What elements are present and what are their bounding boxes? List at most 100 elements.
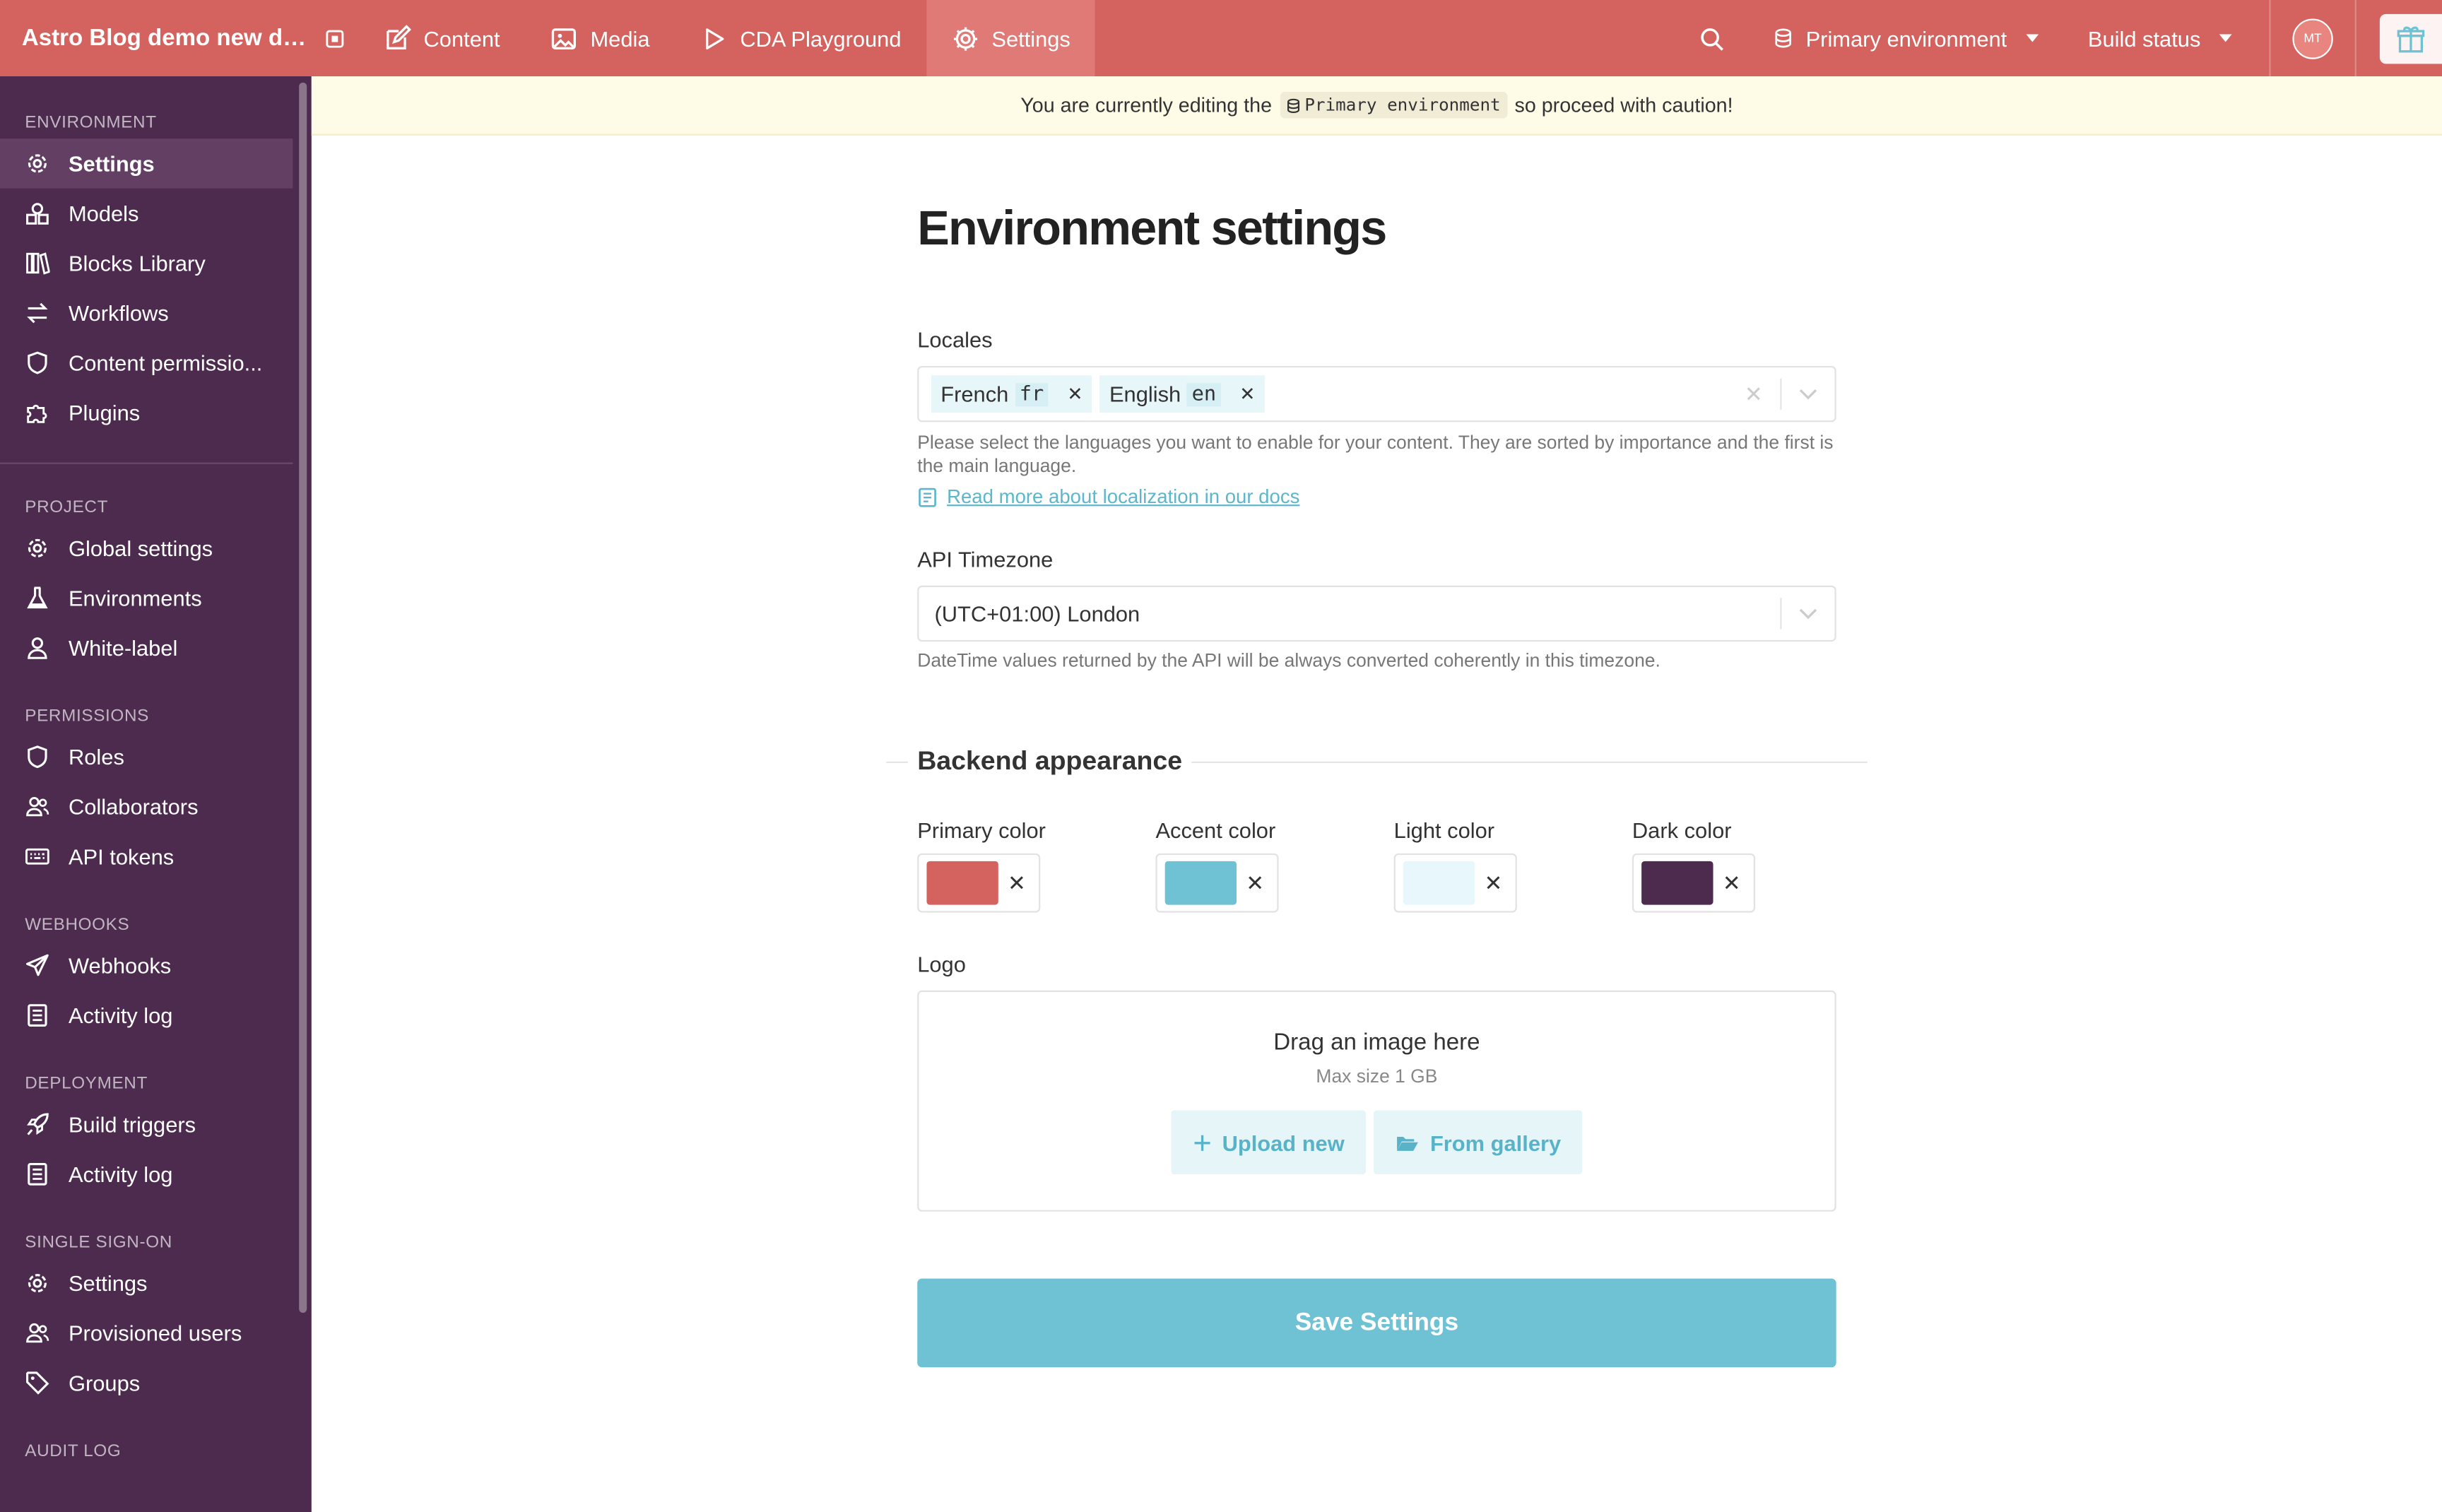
locale-chip-french: French fr ✕	[931, 375, 1092, 413]
sidebar-item-label: White-label	[68, 635, 178, 661]
gift-button[interactable]	[2379, 13, 2442, 64]
logo-dropzone[interactable]: Drag an image here Max size 1 GB Upload …	[917, 990, 1836, 1212]
paper-plane-icon	[26, 954, 49, 976]
section-deployment-title: DEPLOYMENT	[25, 1074, 148, 1094]
clear-color-icon[interactable]: ✕	[1485, 870, 1503, 896]
upload-label: Upload new	[1222, 1130, 1345, 1155]
image-icon	[551, 28, 577, 49]
sidebar-item-sso-settings[interactable]: Settings	[0, 1258, 293, 1309]
clear-color-icon[interactable]: ✕	[1008, 870, 1026, 896]
color-picker[interactable]: ✕	[1155, 853, 1279, 913]
sidebar-item-white-label[interactable]: White-label	[0, 623, 293, 673]
heading-rule	[886, 760, 908, 762]
sidebar-item-api-tokens[interactable]: API tokens	[0, 832, 293, 882]
locales-select[interactable]: French fr ✕ English en ✕ ✕	[917, 365, 1836, 423]
gear-icon	[953, 26, 977, 50]
sidebar-item-provisioned-users[interactable]: Provisioned users	[0, 1308, 293, 1358]
environment-warning-banner: You are currently editing the Primary en…	[311, 76, 2442, 136]
color-picker[interactable]: ✕	[1393, 853, 1517, 913]
sidebar-item-plugins[interactable]: Plugins	[0, 388, 293, 438]
sidebar-scrollbar[interactable]	[299, 82, 307, 1313]
sidebar-item-roles[interactable]: Roles	[0, 732, 293, 782]
list-icon	[28, 1163, 47, 1186]
nav-media[interactable]: Media	[525, 0, 675, 76]
user-tag-icon	[28, 637, 47, 659]
remove-locale-icon[interactable]: ✕	[1239, 383, 1255, 405]
locale-chip-name: English	[1109, 382, 1181, 407]
sidebar-item-label: Environments	[68, 585, 202, 611]
chevron-down-icon	[2219, 34, 2232, 42]
sidebar-item-models[interactable]: Models	[0, 189, 293, 239]
light-color-field: Light color ✕	[1393, 817, 1517, 913]
database-icon	[1287, 98, 1299, 112]
sidebar-item-groups[interactable]: Groups	[0, 1358, 293, 1408]
section-audit-log-title: AUDIT LOG	[25, 1441, 122, 1461]
chevron-down-icon[interactable]	[1781, 608, 1834, 620]
clear-color-icon[interactable]: ✕	[1246, 870, 1264, 896]
page-title: Environment settings	[917, 201, 1387, 256]
color-label: Dark color	[1632, 817, 1732, 843]
remove-locale-icon[interactable]: ✕	[1067, 383, 1083, 405]
nav-content-label: Content	[423, 25, 500, 51]
sidebar-item-label: API tokens	[68, 844, 175, 869]
sidebar-item-workflows[interactable]: Workflows	[0, 288, 293, 338]
puzzle-icon	[27, 404, 47, 423]
arrows-icon	[27, 302, 48, 324]
chevron-down-icon[interactable]	[1781, 388, 1834, 401]
sidebar-item-label: Provisioned users	[68, 1321, 242, 1346]
chevron-down-icon	[2025, 34, 2039, 42]
sidebar-item-deploy-activity-log[interactable]: Activity log	[0, 1150, 293, 1200]
environment-switcher[interactable]: Primary environment	[1750, 0, 2063, 76]
color-swatch[interactable]	[1164, 861, 1237, 905]
sidebar-item-collaborators[interactable]: Collaborators	[0, 781, 293, 832]
project-title[interactable]: Astro Blog demo new de...	[0, 25, 312, 51]
section-project-title: PROJECT	[25, 498, 109, 517]
gear-icon	[28, 1274, 47, 1293]
clear-color-icon[interactable]: ✕	[1723, 870, 1741, 896]
color-swatch[interactable]	[1403, 861, 1475, 905]
banner-suffix: so proceed with caution!	[1514, 93, 1733, 117]
tag-icon	[26, 1371, 49, 1395]
gear-icon	[28, 538, 47, 557]
sidebar-item-build-triggers[interactable]: Build triggers	[0, 1099, 293, 1150]
search-icon	[1701, 28, 1725, 50]
user-menu[interactable]: MT	[2269, 0, 2357, 77]
nav-content[interactable]: Content	[358, 0, 525, 76]
accent-color-field: Accent color ✕	[1155, 817, 1279, 913]
sidebar-item-label: Settings	[68, 150, 155, 177]
clear-all-icon[interactable]: ✕	[1727, 381, 1780, 407]
color-swatch[interactable]	[1641, 861, 1713, 905]
sidebar-item-label: Models	[68, 201, 139, 226]
pin-icon[interactable]	[312, 29, 358, 47]
build-status-dropdown[interactable]: Build status	[2063, 0, 2257, 76]
nav-settings[interactable]: Settings	[926, 0, 1096, 77]
localization-docs-link[interactable]: Read more about localization in our docs	[917, 486, 1299, 508]
drag-text: Drag an image here	[1273, 1029, 1480, 1056]
color-picker[interactable]: ✕	[1632, 853, 1756, 913]
nav-cda-playground[interactable]: CDA Playground	[675, 0, 926, 76]
sidebar-item-settings[interactable]: Settings	[0, 138, 293, 189]
color-swatch[interactable]	[926, 861, 998, 905]
color-picker[interactable]: ✕	[917, 853, 1041, 913]
from-gallery-button[interactable]: From gallery	[1374, 1110, 1583, 1174]
sidebar-item-label: Activity log	[68, 1162, 173, 1187]
upload-new-button[interactable]: Upload new	[1170, 1110, 1367, 1174]
heading-rule	[1191, 760, 1868, 762]
section-title: Backend appearance	[917, 745, 1183, 776]
docs-link-text: Read more about localization in our docs	[947, 485, 1300, 508]
book-icon	[919, 487, 936, 507]
sidebar-item-webhooks[interactable]: Webhooks	[0, 940, 293, 991]
locale-chip-english: English en ✕	[1099, 375, 1265, 413]
sidebar-item-blocks-library[interactable]: Blocks Library	[0, 238, 293, 288]
rocket-icon	[27, 1113, 49, 1135]
section-webhooks-title: WEBHOOKS	[25, 916, 130, 935]
save-settings-button[interactable]: Save Settings	[917, 1278, 1836, 1368]
timezone-select[interactable]: (UTC+01:00) London	[917, 585, 1836, 642]
sidebar-item-environments[interactable]: Environments	[0, 573, 293, 623]
build-status-label: Build status	[2087, 25, 2201, 51]
sidebar-item-global-settings[interactable]: Global settings	[0, 524, 293, 574]
search-button[interactable]	[1675, 0, 1750, 76]
keyboard-icon	[25, 848, 49, 865]
sidebar-item-activity-log[interactable]: Activity log	[0, 991, 293, 1041]
sidebar-item-content-permissions[interactable]: Content permissio...	[0, 338, 293, 388]
